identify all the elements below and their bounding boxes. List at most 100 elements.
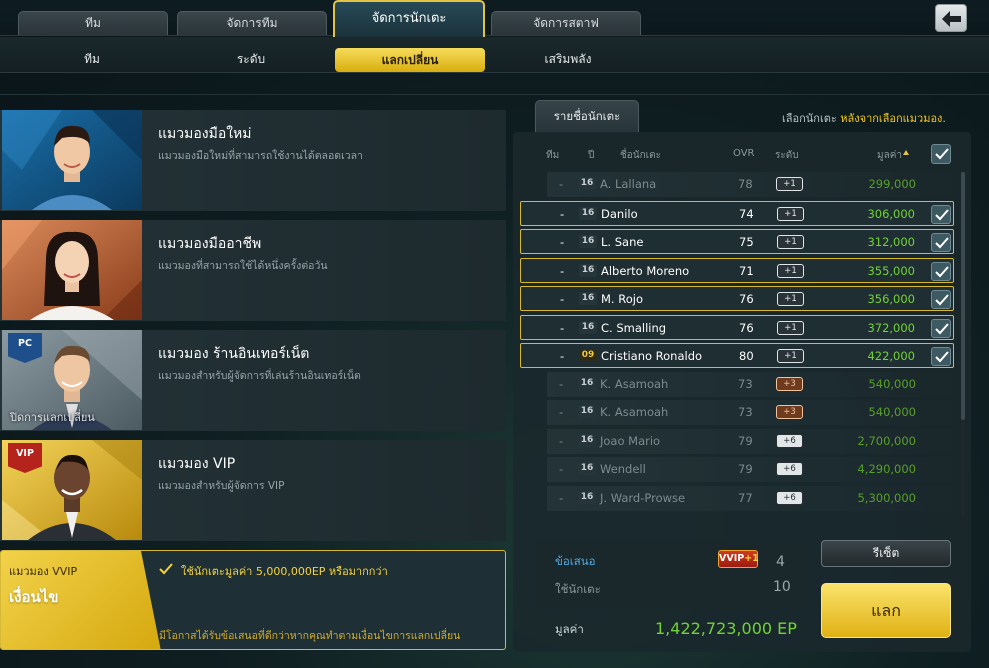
player-name: Cristiano Ronaldo <box>601 349 703 363</box>
player-row[interactable]: -16 Alberto Moreno 71 +1 355,000 <box>520 257 954 283</box>
player-row[interactable]: -16 K. Asamoah 73 +3 540,000 <box>520 400 954 425</box>
player-row[interactable]: -16 C. Smalling 76 +1 372,000 <box>520 314 954 340</box>
top-tab-bar: ทีม จัดการทีม จัดการนักเตะ จัดการสตาฟ <box>0 0 989 37</box>
trade-button[interactable]: แลก <box>821 583 951 638</box>
scout-card-pro[interactable]: แมวมองมืออาชีพ แมวมองที่สามารถใช้ได้หนึ่… <box>0 220 506 321</box>
vvip-label: แมวมอง VVIP <box>9 565 78 578</box>
sub-tab-bar: ทีม ระดับ แลกเปลี่ยน เสริมพลัง <box>0 37 989 73</box>
player-row[interactable]: -16 Joao Mario 79 +6 2,700,000 <box>520 428 954 454</box>
tab-player-management[interactable]: จัดการนักเตะ <box>333 0 485 37</box>
tab-team[interactable]: ทีม <box>18 11 168 35</box>
tab-team-management[interactable]: จัดการทีม <box>177 11 327 35</box>
select-all-checkbox[interactable] <box>931 144 951 164</box>
player-value: 356,000 <box>867 292 915 306</box>
check-icon <box>935 322 949 334</box>
player-name: A. Lallana <box>600 177 657 191</box>
player-checkbox[interactable] <box>931 290 951 309</box>
player-value: 2,700,000 <box>857 433 916 448</box>
scout-portrait <box>2 220 142 320</box>
check-icon <box>935 351 949 363</box>
player-value: 540,000 <box>868 376 916 391</box>
subtab-trade[interactable]: แลกเปลี่ยน <box>335 48 485 72</box>
player-name: C. Smalling <box>601 320 667 335</box>
player-name: Danilo <box>601 206 638 221</box>
player-team: - <box>559 405 564 419</box>
player-row[interactable]: -16 J. Ward-Prowse 77 +6 5,300,000 <box>520 485 954 511</box>
grade-badge: +6 <box>776 433 803 448</box>
sort-ascending-icon <box>903 150 909 155</box>
player-ovr: 76 <box>739 320 754 335</box>
player-team: - <box>560 320 565 335</box>
player-value: 5,300,000 <box>857 490 916 505</box>
scout-card-internet-cafe[interactable]: ปิดการแลกเปลี่ยน PC แมวมอง ร้านอินเทอร์เ… <box>0 330 506 431</box>
season-badge: 16 <box>579 292 597 305</box>
player-checkbox[interactable] <box>931 347 951 366</box>
reset-button[interactable]: รีเซ็ต <box>821 540 951 567</box>
player-row[interactable]: - 16 M. Rojo 76 +1 356,000 <box>520 286 954 311</box>
scout-card-vip[interactable]: VIP แมวมอง VIP แมวมองสำหรับผู้จัดการ VIP <box>0 440 506 541</box>
back-button[interactable] <box>935 4 967 32</box>
subtab-team[interactable]: ทีม <box>17 47 167 71</box>
vvip-offer-tag: VVIP+1 <box>718 550 759 568</box>
grade-badge: +6 <box>776 490 803 505</box>
player-ovr: 79 <box>738 433 753 448</box>
player-row[interactable]: - 16 A. Lallana 78 +1 299,000 <box>520 172 954 197</box>
scout-description: แมวมองที่สามารถใช้ได้หนึ่งครั้งต่อวัน <box>158 260 328 272</box>
check-icon <box>935 294 949 306</box>
player-checkbox[interactable] <box>931 233 951 252</box>
player-row[interactable]: - 16 Wendell 79 +6 4,290,000 <box>520 457 954 482</box>
player-value: 306,000 <box>867 206 915 221</box>
scout-card-rookie[interactable]: แมวมองมือใหม่ แมวมองมือใหม่ที่สามารถใช้ง… <box>0 110 506 211</box>
player-value: 355,000 <box>867 263 915 278</box>
check-icon <box>935 237 949 249</box>
grade-badge: +3 <box>776 376 803 391</box>
player-value: 4,290,000 <box>857 462 916 476</box>
total-value: 1,422,723,000 EP <box>655 619 797 638</box>
used-players-count: 10 <box>773 579 791 595</box>
header-value[interactable]: มูลค่า <box>877 148 902 163</box>
check-icon <box>159 563 173 575</box>
subtab-enhance[interactable]: เสริมพลัง <box>493 47 643 71</box>
player-checkbox[interactable] <box>931 261 951 281</box>
season-badge: 16 <box>578 490 596 504</box>
player-row[interactable]: -16 K. Asamoah 73 +3 540,000 <box>520 371 954 397</box>
scout-description: แมวมองสำหรับผู้จัดการที่เล่นร้านอินเทอร์… <box>158 370 361 382</box>
subtab-grade[interactable]: ระดับ <box>176 47 326 71</box>
season-badge: 16 <box>578 177 596 190</box>
grade-badge: +1 <box>777 292 804 306</box>
grade-badge: +6 <box>776 462 803 476</box>
player-row[interactable]: - 16 L. Sane 75 +1 312,000 <box>520 229 954 254</box>
season-badge: 16 <box>578 462 596 475</box>
tab-player-list[interactable]: รายชื่อนักเตะ <box>535 100 639 133</box>
used-players-label: ใช้นักเตะ <box>555 582 601 596</box>
player-name: Alberto Moreno <box>601 263 690 278</box>
player-checkbox[interactable] <box>931 204 951 224</box>
player-team: - <box>559 177 564 191</box>
player-checkbox[interactable] <box>931 318 951 338</box>
header-ovr[interactable]: OVR <box>733 148 754 159</box>
tab-staff-management[interactable]: จัดการสตาฟ <box>491 11 641 35</box>
offer-count: 4 <box>776 554 785 570</box>
grade-badge: +1 <box>777 349 804 363</box>
player-name: M. Rojo <box>601 292 643 306</box>
check-icon <box>935 265 949 277</box>
player-ovr: 80 <box>739 349 754 363</box>
player-team: - <box>560 263 565 278</box>
scout-description: แมวมองมือใหม่ที่สามารถใช้งานได้ตลอดเวลา <box>158 150 363 162</box>
player-row[interactable]: - 09 Cristiano Ronaldo 80 +1 422,000 <box>520 343 954 368</box>
player-value: 312,000 <box>867 235 915 249</box>
header-grade[interactable]: ระดับ <box>775 148 799 163</box>
scrollbar-thumb[interactable] <box>961 172 965 420</box>
grade-badge: +1 <box>777 320 804 335</box>
header-name[interactable]: ชื่อนักเตะ <box>620 148 661 163</box>
season-badge: 16 <box>578 405 596 418</box>
season-badge: 16 <box>579 206 597 220</box>
scout-title: แมวมอง ร้านอินเทอร์เน็ต <box>158 346 310 362</box>
scout-title: แมวมองมืออาชีพ <box>158 236 262 252</box>
list-scrollbar[interactable] <box>961 172 965 517</box>
player-name: K. Asamoah <box>600 405 669 419</box>
check-icon <box>935 148 949 160</box>
scout-card-vvip[interactable]: แมวมอง VVIP เงื่อนไข ใช้นักเตะมูลค่า 5,0… <box>0 550 506 650</box>
vvip-tag-bonus: +1 <box>744 553 759 564</box>
player-row[interactable]: -16 Danilo 74 +1 306,000 <box>520 200 954 226</box>
